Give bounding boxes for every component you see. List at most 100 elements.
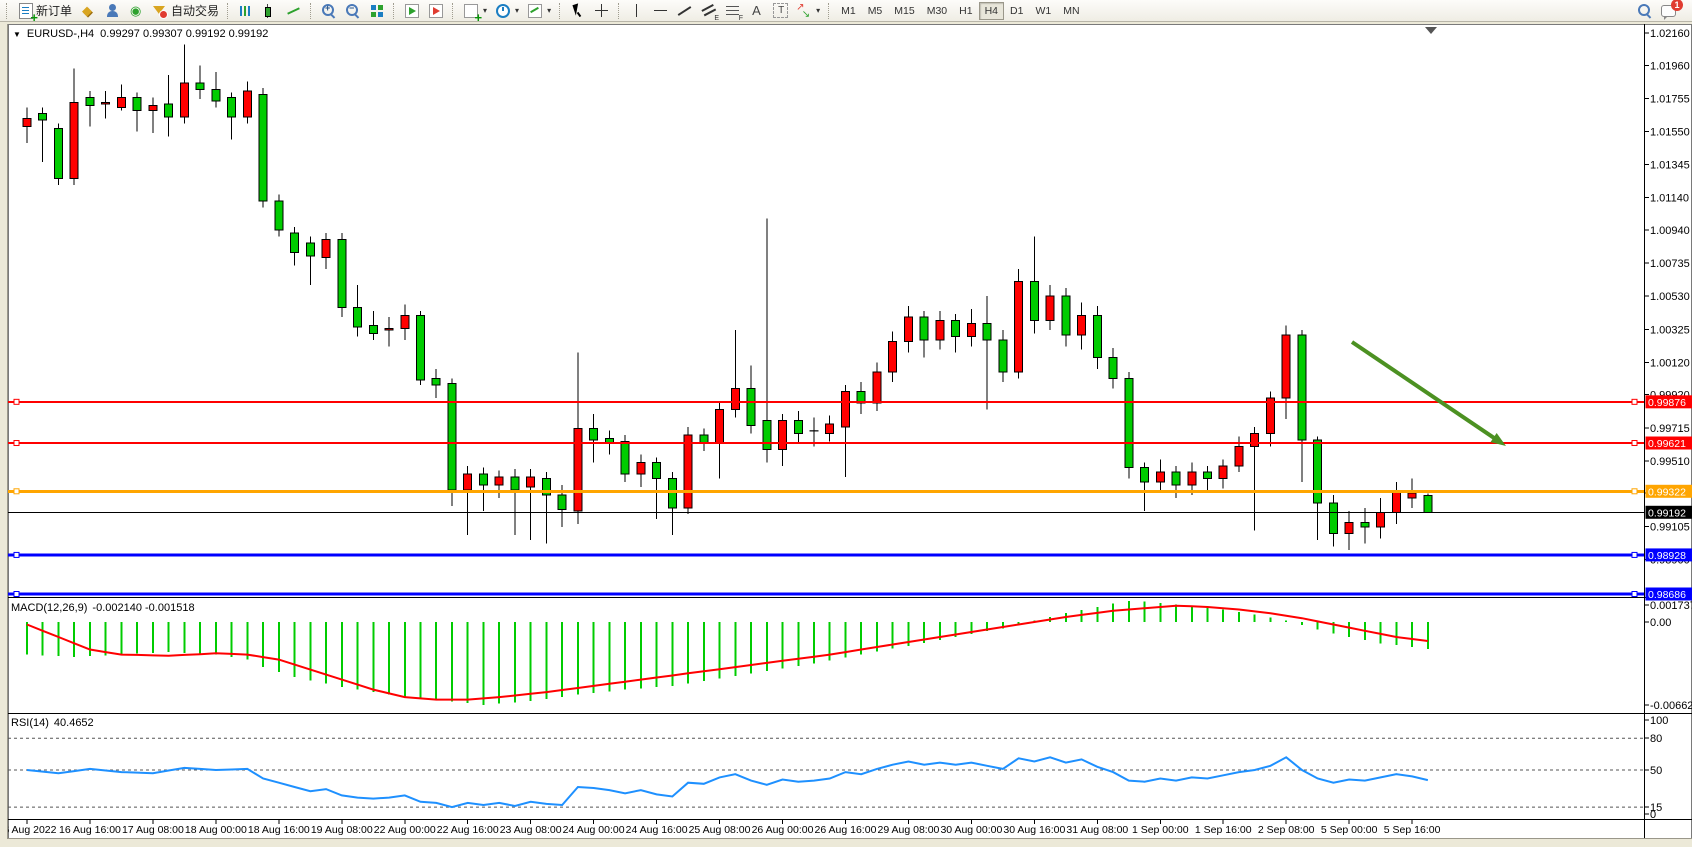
profile-icon [104,3,120,19]
time-axis-label: 31 Aug 08:00 [1066,824,1128,836]
price-axis-label: 1.00325 [1650,324,1690,336]
vertical-line-button[interactable] [625,1,649,21]
arrows-button[interactable]: ▾ [792,1,824,21]
level-handle[interactable] [1632,489,1637,494]
metaquotes-button[interactable] [76,1,100,21]
level-handle[interactable] [14,592,19,597]
chart-shift-icon [428,3,444,19]
rsi-axis-label: 50 [1650,765,1662,777]
trendline-icon [677,3,693,19]
time-axis-label: 1 Sep 00:00 [1132,824,1189,836]
timeframe-button-W1[interactable]: W1 [1029,2,1057,20]
level-handle[interactable] [14,441,19,446]
timeframe-button-MN[interactable]: MN [1057,2,1085,20]
macd-axis-label: 0.00 [1650,617,1671,629]
autotrading-button[interactable]: 自动交易 [148,1,223,21]
chart-ohlc-values: 0.99297 0.99307 0.99192 0.99192 [100,28,268,40]
price-axis-label: 1.01550 [1650,127,1690,139]
fibonacci-button[interactable] [721,1,745,21]
timeframe-button-M1[interactable]: M1 [835,2,862,20]
new-order-label: 新订单 [36,2,72,19]
level-handle[interactable] [14,552,19,557]
time-axis-label: 5 Sep 16:00 [1384,824,1441,836]
templates-button[interactable]: ▾ [523,1,555,21]
new-order-button[interactable]: 新订单 [13,1,76,21]
horizontal-line-icon [653,3,669,19]
level-handle[interactable] [14,489,19,494]
timeframe-button-M15[interactable]: M15 [888,2,920,20]
price-level-badge-text: 0.99192 [1648,507,1686,519]
periods-button[interactable]: ▾ [491,1,523,21]
text-button[interactable] [745,1,769,21]
chart-shift-button[interactable] [424,1,448,21]
chevron-down-icon: ▾ [483,6,487,15]
profile-button[interactable] [100,1,124,21]
level-handle[interactable] [1632,592,1637,597]
price-axis-label: 1.01755 [1650,93,1690,105]
auto-scroll-icon [404,3,420,19]
arrows-icon [796,3,812,19]
level-handle[interactable] [1632,552,1637,557]
indicators-icon [463,3,479,19]
level-handle[interactable] [1632,399,1637,404]
chat-button[interactable]: 1 [1657,1,1680,21]
horizontal-line-button[interactable] [649,1,673,21]
time-axis-label: 26 Aug 00:00 [752,824,814,836]
crosshair-button[interactable] [590,1,614,21]
price-level-badge-text: 0.99322 [1648,486,1686,498]
zoom-out-button[interactable]: − [341,1,365,21]
auto-scroll-button[interactable] [400,1,424,21]
timeframe-button-D1[interactable]: D1 [1004,2,1029,20]
collapse-triangle-icon[interactable]: ▼ [13,30,21,39]
chart-canvas[interactable]: 1.021601.019601.017551.015501.013451.011… [0,22,1692,847]
text-label-button[interactable] [769,1,792,21]
timeframe-button-M5[interactable]: M5 [862,2,889,20]
timeframe-button-H1[interactable]: H1 [953,2,978,20]
macd-values: -0.002140 -0.001518 [92,602,194,614]
rsi-axis-label: 0 [1650,809,1656,821]
time-axis-label: 25 Aug 08:00 [689,824,751,836]
time-axis-label: 16 Aug 16:00 [59,824,121,836]
bar-chart-button[interactable] [234,1,258,21]
toolbar-separator [452,3,455,19]
price-axis-label: 1.00120 [1650,357,1690,369]
price-axis-label: 1.02160 [1650,28,1690,40]
price-axis-label: 1.01140 [1650,193,1689,205]
signals-button[interactable] [124,1,148,21]
price-axis-label: 1.00530 [1650,291,1690,303]
level-handle[interactable] [14,399,19,404]
line-chart-icon [286,3,302,19]
price-level-badge-text: 0.99876 [1648,397,1686,409]
level-handle[interactable] [1632,441,1637,446]
trendline-button[interactable] [673,1,697,21]
clock-icon [495,3,511,19]
rsi-value: 40.4652 [54,717,94,729]
chevron-down-icon: ▾ [547,6,551,15]
rsi-indicator-header: RSI(14)40.4652 [11,717,94,729]
candlestick-icon [262,3,278,19]
chart-header: ▼ EURUSD-,H4 0.99297 0.99307 0.99192 0.9… [13,28,268,40]
bar-chart-icon [238,3,254,19]
price-axis-label: 1.00940 [1650,225,1690,237]
time-axis-label: 2 Sep 08:00 [1258,824,1315,836]
search-button[interactable] [1633,1,1657,21]
text-label-icon [773,3,788,18]
indicators-button[interactable]: ▾ [459,1,491,21]
zoom-out-icon: − [345,3,361,19]
channel-button[interactable] [697,1,721,21]
zoom-in-button[interactable]: + [317,1,341,21]
line-chart-button[interactable] [282,1,306,21]
template-icon [527,3,543,19]
cursor-icon [570,3,586,19]
tile-windows-button[interactable] [365,1,389,21]
chevron-down-icon: ▾ [816,6,820,15]
time-axis-label: 18 Aug 16:00 [248,824,310,836]
cursor-button[interactable] [566,1,590,21]
timeframe-button-M30[interactable]: M30 [921,2,953,20]
time-axis-label: 30 Aug 16:00 [1003,824,1065,836]
time-axis-label: 5 Sep 00:00 [1321,824,1378,836]
signal-icon [128,3,144,19]
candlestick-chart-button[interactable] [258,1,282,21]
time-axis-label: 19 Aug 08:00 [311,824,373,836]
timeframe-button-H4[interactable]: H4 [979,2,1004,20]
